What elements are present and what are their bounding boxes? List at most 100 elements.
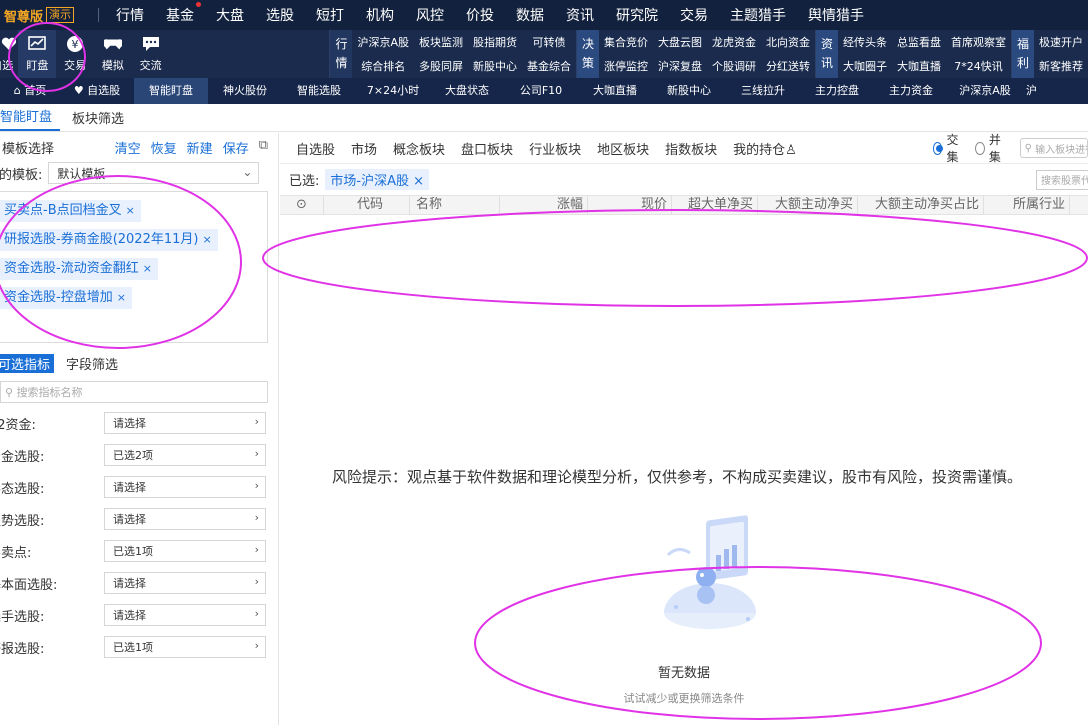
link-research-visit[interactable]: 个股调研 (707, 58, 761, 74)
tool-trade[interactable]: ¥ 交易 (56, 30, 94, 78)
tab-expert-live[interactable]: 大咖直播 (578, 78, 652, 104)
link-ipo-center[interactable]: 新股中心 (468, 58, 522, 74)
criteria-select[interactable]: 已选2项 › (104, 444, 266, 466)
tab-field-filter[interactable]: 字段筛选 (62, 354, 122, 373)
clear-button[interactable]: 清空 (115, 138, 141, 157)
criteria-select[interactable]: 请选择 › (104, 572, 266, 594)
link-index-futures[interactable]: 股指期货 (468, 34, 522, 50)
save-button[interactable]: 保存 (223, 138, 249, 157)
tab-smart-pick[interactable]: 智能选股 (282, 78, 356, 104)
col-name[interactable]: 名称 (410, 195, 500, 215)
template-tag[interactable]: 研报选股-券商金股(2022年11月) × (0, 229, 218, 251)
close-icon[interactable]: × (413, 174, 424, 189)
close-icon[interactable]: × (143, 262, 152, 275)
tab-a-shares[interactable]: 沪深京A股 (948, 78, 1022, 104)
link-northbound[interactable]: 北向资金 (761, 34, 815, 50)
rtab-concept[interactable]: 概念板块 (393, 139, 445, 158)
indicator-search-input[interactable]: ⚲ 搜索指标名称 (0, 381, 268, 403)
radio-intersect[interactable]: 交集 (932, 131, 963, 165)
criteria-select[interactable]: 已选1项 › (104, 540, 266, 562)
tab-24h[interactable]: 7×24小时 (356, 78, 430, 104)
rtab-market[interactable]: 市场 (351, 139, 377, 158)
col-change[interactable]: 涨幅 (500, 195, 588, 215)
layout-icon[interactable]: ⧉ (259, 138, 268, 157)
criteria-select[interactable]: 请选择 › (104, 604, 266, 626)
menu-risk[interactable]: 风控 (405, 5, 455, 25)
link-review[interactable]: 沪深复盘 (653, 58, 707, 74)
subtab-sector-filter[interactable]: 板块筛选 (72, 108, 132, 131)
rtab-holdings[interactable]: 我的持仓♙ (733, 139, 797, 158)
restore-button[interactable]: 恢复 (151, 138, 177, 157)
link-multi-stock[interactable]: 多股同屏 (414, 58, 468, 74)
filter-chip[interactable]: 市场-沪深A股 × (325, 169, 430, 190)
link-auction[interactable]: 集合竞价 (599, 34, 653, 50)
template-tag[interactable]: 资金选股-控盘增加 × (0, 287, 132, 309)
board-search-input[interactable]: ⚲ 输入板块进行搜索 (1019, 138, 1088, 158)
menu-sentiment-hunter[interactable]: 舆情猎手 (797, 5, 875, 25)
link-new-client[interactable]: 新客推荐 (1034, 58, 1088, 74)
criteria-select[interactable]: 请选择 › (104, 412, 266, 434)
link-headlines[interactable]: 经传头条 (838, 34, 892, 50)
my-template-select[interactable]: 默认模板 ⌄ (48, 162, 260, 184)
link-flash-news[interactable]: 7*24快讯 (946, 58, 1011, 74)
stock-search-input[interactable]: 搜索股票代码 (1036, 169, 1088, 190)
link-convertible[interactable]: 可转债 (522, 34, 576, 50)
menu-theme-hunter[interactable]: 主题猎手 (719, 5, 797, 25)
tab-smart-monitor[interactable]: 智能盯盘 (134, 78, 208, 104)
link-expert-circle[interactable]: 大咖圈子 (838, 58, 892, 74)
tool-watchlist[interactable]: 自选 (0, 30, 18, 78)
rtab-index[interactable]: 指数板块 (665, 139, 717, 158)
link-fund-overview[interactable]: 基金综合 (522, 58, 576, 74)
menu-research[interactable]: 研究院 (605, 5, 669, 25)
menu-value[interactable]: 价投 (455, 5, 505, 25)
close-icon[interactable]: × (126, 204, 135, 217)
tab-ipo-center[interactable]: 新股中心 (652, 78, 726, 104)
menu-fund[interactable]: 基金 (155, 2, 205, 25)
tab-market-status[interactable]: 大盘状态 (430, 78, 504, 104)
menu-trade[interactable]: 交易 (669, 5, 719, 25)
rtab-tape[interactable]: 盘口板块 (461, 139, 513, 158)
link-director-view[interactable]: 总监看盘 (892, 34, 946, 50)
link-limit-up[interactable]: 涨停监控 (599, 58, 653, 74)
link-chief-room[interactable]: 首席观察室 (946, 34, 1011, 50)
tool-simulate[interactable]: 模拟 (94, 30, 132, 78)
tab-home[interactable]: ⌂ 首页 (0, 78, 60, 104)
close-icon[interactable]: × (202, 233, 211, 246)
tab-main-funds[interactable]: 主力资金 (874, 78, 948, 104)
new-button[interactable]: 新建 (187, 138, 213, 157)
menu-short-term[interactable]: 短打 (305, 5, 355, 25)
col-super-large[interactable]: 超大单净买 (672, 195, 758, 215)
col-large-active[interactable]: 大额主动净买 (758, 195, 858, 215)
close-icon[interactable]: × (117, 291, 126, 304)
tool-chat[interactable]: 交流 (132, 30, 170, 78)
link-dragon-tiger[interactable]: 龙虎资金 (707, 34, 761, 50)
template-tag[interactable]: 买卖点-B点回档金叉 × (0, 200, 141, 222)
criteria-select[interactable]: 已选1项 › (104, 636, 266, 658)
tab-watchlist[interactable]: ♥ 自选股 (60, 78, 134, 104)
link-a-shares[interactable]: 沪深京A股 (352, 34, 414, 50)
menu-news[interactable]: 资讯 (555, 5, 605, 25)
rtab-industry[interactable]: 行业板块 (529, 139, 581, 158)
tab-triple-line[interactable]: 三线拉升 (726, 78, 800, 104)
criteria-select[interactable]: 请选择 › (104, 476, 266, 498)
tab-f10[interactable]: 公司F10 (504, 78, 578, 104)
tab-available-indicators[interactable]: 可选指标 (0, 353, 55, 373)
template-tag[interactable]: 资金选股-流动资金翻红 × (0, 258, 158, 280)
menu-quotes[interactable]: 行情 (105, 5, 155, 25)
rtab-watchlist[interactable]: 自选股 (296, 139, 335, 158)
link-dividend[interactable]: 分红送转 (761, 58, 815, 74)
tab-stock-shenhuo[interactable]: 神火股份 (208, 78, 282, 104)
menu-stock-pick[interactable]: 选股 (255, 5, 305, 25)
menu-data[interactable]: 数据 (505, 5, 555, 25)
tab-main-control[interactable]: 主力控盘 (800, 78, 874, 104)
col-price[interactable]: 现价 (588, 195, 672, 215)
subtab-smart-monitor[interactable]: 智能盯盘 (0, 106, 61, 131)
link-open-account[interactable]: 极速开户 (1034, 34, 1088, 50)
link-expert-live[interactable]: 大咖直播 (892, 58, 946, 74)
col-large-active-ratio[interactable]: 大额主动净买占比 (858, 195, 984, 215)
link-sector-monitor[interactable]: 板块监测 (414, 34, 468, 50)
col-industry[interactable]: 所属行业 (984, 195, 1070, 215)
radio-union[interactable]: 并集 (975, 131, 1005, 165)
menu-institution[interactable]: 机构 (355, 5, 405, 25)
link-market-cloud[interactable]: 大盘云图 (653, 34, 707, 50)
